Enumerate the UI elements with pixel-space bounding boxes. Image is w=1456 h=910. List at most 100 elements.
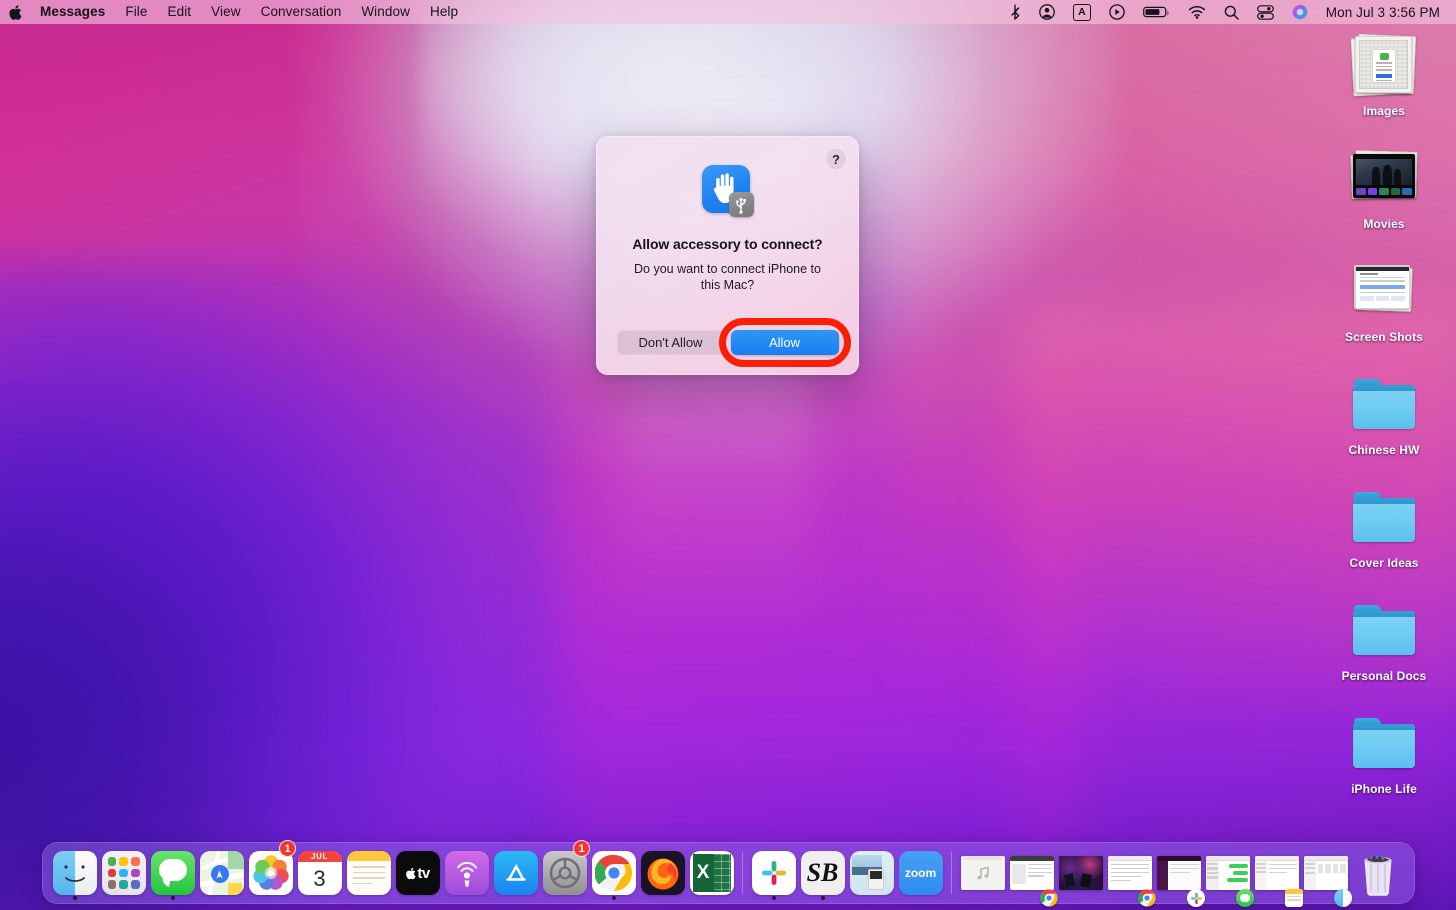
wallpaper-purple-band (0, 260, 680, 910)
slack-icon (1187, 889, 1205, 907)
menu-item-view[interactable]: View (201, 0, 250, 24)
excel-label: X (693, 854, 714, 892)
battery-icon[interactable] (1134, 0, 1179, 24)
dock-item-system-preferences[interactable]: 1 (540, 842, 589, 904)
allow-accessory-dialog: ? Allow accessory to connect? Do you wan… (596, 136, 859, 375)
control-center-icon[interactable] (1248, 0, 1283, 24)
desktop-icon-label: iPhone Life (1351, 782, 1417, 796)
screenbrush-label: SB (807, 858, 839, 888)
folder-icon (1350, 708, 1418, 776)
dock-item-messages[interactable] (148, 842, 197, 904)
notes-icon (1285, 889, 1303, 907)
dock-separator-minimized (951, 852, 952, 894)
dock-item-zoom[interactable]: zoom (896, 842, 945, 904)
dock-minimized-music-window[interactable] (958, 842, 1007, 904)
chrome-icon (592, 851, 636, 895)
dock-item-launchpad[interactable] (99, 842, 148, 904)
running-indicator (772, 896, 776, 900)
desktop-icon-personal-docs[interactable]: Personal Docs (1325, 593, 1443, 706)
trash-icon (1356, 850, 1400, 896)
excel-icon: X (690, 851, 734, 895)
desktop-icon-cover-ideas[interactable]: Cover Ideas (1325, 480, 1443, 593)
dock-item-preview[interactable] (847, 842, 896, 904)
desktop-icon-movies[interactable]: Movies (1325, 141, 1443, 254)
photos-icon (249, 851, 293, 895)
calendar-month: JUL (298, 851, 342, 862)
search-icon[interactable] (1215, 0, 1248, 24)
dock-item-firefox[interactable] (638, 842, 687, 904)
launchpad-icon (102, 851, 146, 895)
preview-photo-icon (850, 851, 894, 895)
dock-item-finder[interactable] (50, 842, 99, 904)
menu-bar-clock[interactable]: Mon Jul 3 3:56 PM (1317, 5, 1444, 20)
menu-item-edit[interactable]: Edit (158, 0, 202, 24)
desktop-icon-iphone-life[interactable]: iPhone Life (1325, 706, 1443, 819)
finder-icon (1334, 889, 1352, 907)
dock-minimized-messages-window[interactable] (1203, 842, 1252, 904)
menu-item-help[interactable]: Help (420, 0, 468, 24)
menu-item-conversation[interactable]: Conversation (251, 0, 352, 24)
wallpaper-indigo-band (0, 430, 440, 910)
dock-item-excel[interactable]: X (687, 842, 736, 904)
dock-item-chrome[interactable] (589, 842, 638, 904)
bluetooth-icon[interactable] (1001, 0, 1030, 24)
desktop-icon-screen-shots[interactable]: Screen Shots (1325, 254, 1443, 367)
desktop-icon-label: Personal Docs (1342, 669, 1427, 683)
menu-item-file[interactable]: File (115, 0, 157, 24)
running-indicator (73, 896, 77, 900)
desktop-icon-label: Cover Ideas (1349, 556, 1418, 570)
system-preferences-icon (543, 851, 587, 895)
desktop-icon-chinese-hw[interactable]: Chinese HW (1325, 367, 1443, 480)
dock-item-app-store[interactable] (491, 842, 540, 904)
dock-minimized-notes-window[interactable] (1252, 842, 1301, 904)
siri-icon[interactable] (1283, 0, 1317, 24)
dock-item-apple-tv[interactable]: tv (393, 842, 442, 904)
desktop-icon-label: Images (1363, 104, 1405, 118)
maps-icon (200, 851, 244, 895)
folder-icon (1350, 482, 1418, 550)
messages-icon (151, 851, 195, 895)
dialog-button-row: Don't Allow Allow (596, 330, 859, 355)
running-indicator (821, 896, 825, 900)
usb-badge-icon (729, 192, 754, 217)
screenshots-stack-icon (1350, 256, 1418, 324)
dock-item-calendar[interactable]: JUL 3 (295, 842, 344, 904)
slack-icon (752, 851, 796, 895)
airplay-icon[interactable] (1100, 0, 1134, 24)
menu-item-messages[interactable]: Messages (30, 0, 115, 24)
dont-allow-button[interactable]: Don't Allow (617, 330, 725, 355)
allow-button-wrapper: Allow (731, 330, 839, 355)
notes-icon (347, 851, 391, 895)
menu-bar: Messages File Edit View Conversation Win… (0, 0, 1456, 24)
movies-stack-icon (1350, 143, 1418, 211)
allow-button[interactable]: Allow (731, 330, 839, 355)
photos-badge: 1 (279, 840, 296, 857)
menu-item-window[interactable]: Window (351, 0, 420, 24)
dock-item-podcasts[interactable] (442, 842, 491, 904)
running-indicator (171, 896, 175, 900)
hand-usb-accessory-icon (702, 165, 754, 217)
dock-minimized-slack-window[interactable] (1154, 842, 1203, 904)
images-stack-icon (1350, 30, 1418, 98)
dock-item-trash[interactable] (1350, 842, 1406, 904)
system-preferences-badge: 1 (573, 840, 590, 857)
dock-minimized-chrome-window-2[interactable] (1105, 842, 1154, 904)
dock-item-screenbrush[interactable]: SB (798, 842, 847, 904)
dock-minimized-finder-window[interactable] (1301, 842, 1350, 904)
dock: 1 JUL 3 tv (42, 842, 1415, 904)
dock-item-photos[interactable]: 1 (246, 842, 295, 904)
apple-menu-icon[interactable] (0, 0, 30, 24)
input-source-icon[interactable]: A (1064, 0, 1100, 24)
dock-item-maps[interactable] (197, 842, 246, 904)
dock-item-notes[interactable] (344, 842, 393, 904)
help-button[interactable]: ? (826, 149, 846, 169)
appstore-icon (494, 851, 538, 895)
dock-minimized-chrome-window[interactable] (1007, 842, 1056, 904)
desktop-icon-label: Chinese HW (1348, 443, 1419, 457)
desktop-icon-images[interactable]: Images (1325, 28, 1443, 141)
wifi-icon[interactable] (1179, 0, 1215, 24)
dock-minimized-image-window[interactable] (1056, 842, 1105, 904)
dock-item-slack[interactable] (749, 842, 798, 904)
user-account-icon[interactable] (1030, 0, 1064, 24)
menu-bar-status-area: A (1001, 0, 1444, 24)
